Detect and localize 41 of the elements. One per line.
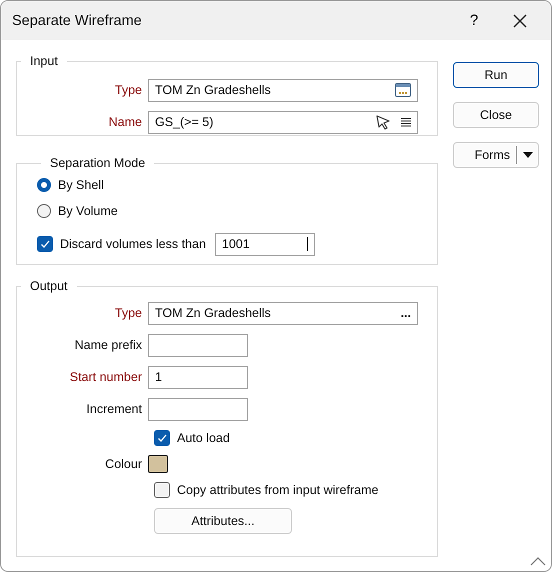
- group-title: Output: [29, 279, 69, 293]
- close-dialog-button[interactable]: Close: [453, 102, 539, 128]
- checkbox[interactable]: [37, 236, 53, 252]
- check-icon: [39, 238, 51, 250]
- run-button[interactable]: Run: [453, 62, 539, 88]
- browse-button[interactable]: ...: [400, 306, 411, 320]
- field-label: Increment: [85, 402, 143, 416]
- radio-option[interactable]: By Volume: [37, 198, 437, 224]
- cursor-icon[interactable]: [375, 114, 391, 130]
- help-button[interactable]: ?: [451, 1, 497, 40]
- window-title: Separate Wireframe: [12, 12, 143, 28]
- input-field[interactable]: TOM Zn Gradeshells: [148, 78, 418, 102]
- forms-button[interactable]: Forms: [453, 142, 539, 168]
- input-field[interactable]: GS_(>= 5): [148, 110, 418, 134]
- input-field[interactable]: [148, 334, 248, 356]
- input-field[interactable]: [148, 398, 248, 420]
- colour-swatch[interactable]: [148, 455, 168, 473]
- list-icon[interactable]: [401, 117, 411, 127]
- checkbox-label: Discard volumes less than: [60, 237, 206, 251]
- checkbox[interactable]: [154, 482, 170, 498]
- field-label: Name prefix: [74, 338, 143, 352]
- browse-icon[interactable]: [395, 83, 411, 97]
- close-icon[interactable]: [513, 14, 527, 28]
- field-label: Type: [114, 306, 143, 320]
- radio-option[interactable]: By Shell: [37, 172, 437, 198]
- caret-icon[interactable]: [523, 152, 533, 158]
- checkbox[interactable]: [154, 430, 170, 446]
- field-label: Start number: [68, 370, 143, 384]
- attributes-button[interactable]: Attributes...: [154, 508, 292, 534]
- group-title: Separation Mode: [49, 156, 146, 170]
- checkbox-label: Auto load: [177, 431, 230, 445]
- input-field[interactable]: 1: [148, 366, 248, 388]
- collapse-icon[interactable]: [530, 557, 546, 566]
- input-field[interactable]: TOM Zn Gradeshells ...: [148, 302, 418, 324]
- check-icon: [156, 432, 168, 444]
- field-label: Colour: [104, 457, 143, 471]
- group-title: Input: [29, 54, 59, 68]
- checkbox-label: Copy attributes from input wireframe: [177, 483, 378, 497]
- field-label: Type: [114, 83, 143, 97]
- field-label: Name: [108, 115, 143, 129]
- input-field[interactable]: 1001: [214, 232, 315, 256]
